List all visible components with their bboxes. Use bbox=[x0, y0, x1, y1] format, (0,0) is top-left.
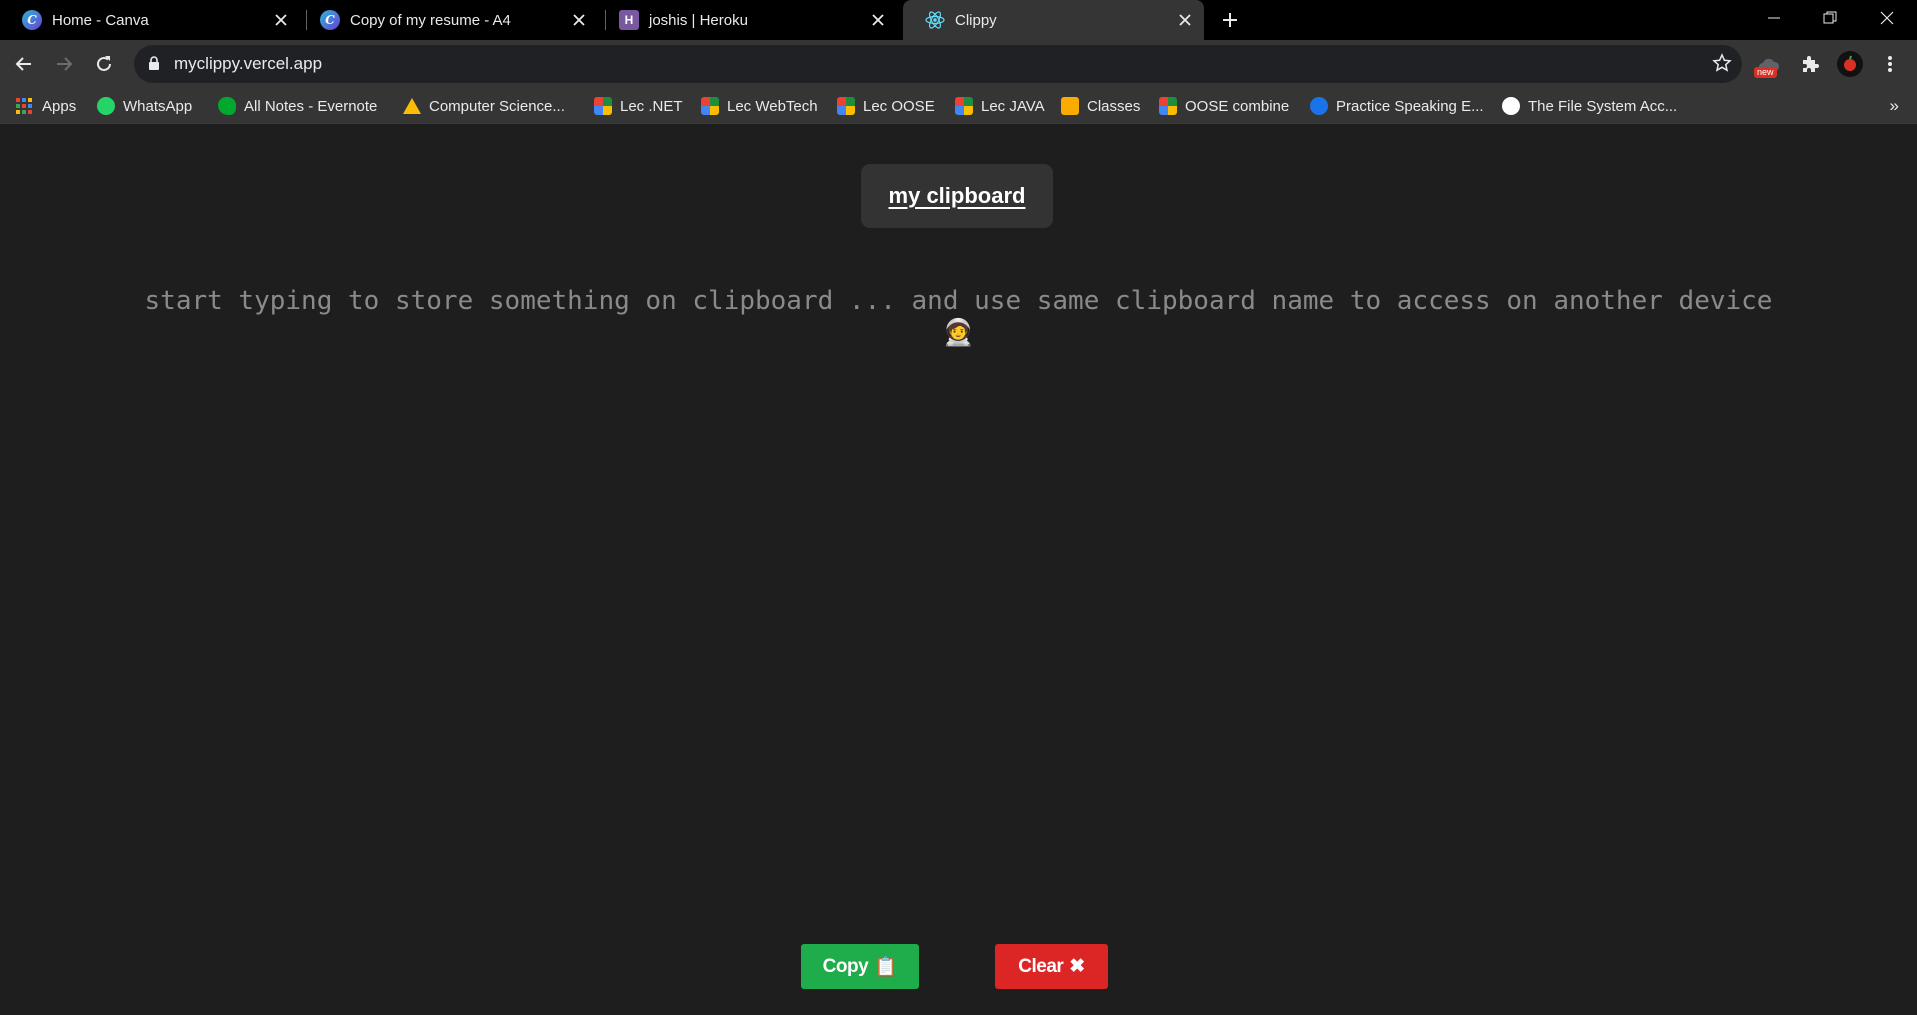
close-icon[interactable] bbox=[869, 11, 887, 29]
google-meet-icon bbox=[701, 97, 719, 115]
extension-new-button[interactable]: new bbox=[1754, 49, 1784, 79]
forward-arrow-icon bbox=[57, 57, 73, 71]
extensions-button[interactable] bbox=[1795, 49, 1825, 79]
clippy-page: my clipboard Copy 📋 Clear ✖ bbox=[0, 125, 1917, 1015]
restore-button[interactable] bbox=[1803, 0, 1857, 36]
bookmarks-bar: Apps WhatsApp All Notes - Evernote Compu… bbox=[0, 88, 1917, 124]
clipboard-textarea[interactable] bbox=[140, 285, 1777, 925]
close-icon bbox=[1880, 11, 1894, 25]
tab-heroku[interactable]: H joshis | Heroku bbox=[597, 0, 897, 40]
bookmark-label: Lec WebTech bbox=[727, 97, 818, 115]
bookmark-whatsapp[interactable]: WhatsApp bbox=[97, 94, 192, 118]
back-button[interactable] bbox=[10, 50, 38, 78]
bookmark-file-system[interactable]: The File System Acc... bbox=[1502, 94, 1677, 118]
close-icon[interactable] bbox=[1176, 11, 1194, 29]
globe-icon bbox=[1310, 97, 1328, 115]
bookmark-practice-speaking[interactable]: Practice Speaking E... bbox=[1310, 94, 1484, 118]
clipboard-name[interactable]: my clipboard bbox=[889, 183, 1026, 209]
bookmark-label: Lec JAVA bbox=[981, 97, 1045, 115]
bookmark-lec-webtech[interactable]: Lec WebTech bbox=[701, 94, 818, 118]
evernote-icon bbox=[218, 97, 236, 115]
restore-icon bbox=[1823, 11, 1837, 24]
bookmark-oose-combine[interactable]: OOSE combine bbox=[1159, 94, 1289, 118]
profile-avatar[interactable] bbox=[1835, 49, 1865, 79]
google-meet-icon bbox=[837, 97, 855, 115]
tab-strip: C Home - Canva C Copy of my resume - A4 … bbox=[0, 0, 1917, 40]
url-text: myclippy.vercel.app bbox=[174, 54, 323, 73]
clear-button[interactable]: Clear ✖ bbox=[995, 944, 1108, 989]
copy-button[interactable]: Copy 📋 bbox=[801, 944, 919, 989]
clipboard-icon: 📋 bbox=[874, 956, 898, 978]
bookmark-lec-java[interactable]: Lec JAVA bbox=[955, 94, 1045, 118]
google-meet-icon bbox=[955, 97, 973, 115]
tab-title: Copy of my resume - A4 bbox=[350, 11, 511, 29]
browser-toolbar: myclippy.vercel.app new bbox=[0, 40, 1917, 88]
tab-resume[interactable]: C Copy of my resume - A4 bbox=[298, 0, 598, 40]
minimize-button[interactable] bbox=[1747, 0, 1801, 36]
new-badge: new bbox=[1754, 67, 1777, 78]
lock-icon bbox=[148, 56, 160, 76]
canva-icon: C bbox=[320, 10, 340, 30]
bookmark-label: OOSE combine bbox=[1185, 97, 1290, 115]
tab-title: joshis | Heroku bbox=[649, 11, 748, 29]
bookmark-classes[interactable]: Classes bbox=[1061, 94, 1140, 118]
apps-grid-icon bbox=[16, 98, 32, 114]
react-icon bbox=[925, 10, 945, 30]
bookmark-label: All Notes - Evernote bbox=[244, 97, 378, 115]
bookmark-label: The File System Acc... bbox=[1528, 97, 1678, 115]
avatar-icon bbox=[1837, 51, 1863, 77]
bookmark-label: Lec .NET bbox=[620, 97, 683, 115]
bookmark-lec-net[interactable]: Lec .NET bbox=[594, 94, 683, 118]
google-classroom-icon bbox=[1061, 97, 1079, 115]
bookmark-label: Classes bbox=[1087, 97, 1141, 115]
bookmark-computer-science[interactable]: Computer Science... bbox=[403, 94, 565, 118]
google-meet-icon bbox=[1159, 97, 1177, 115]
bookmark-label: Apps bbox=[42, 97, 77, 115]
close-icon[interactable] bbox=[570, 11, 588, 29]
forward-button[interactable] bbox=[50, 50, 78, 78]
bookmark-lec-oose[interactable]: Lec OOSE bbox=[837, 94, 935, 118]
address-bar[interactable]: myclippy.vercel.app bbox=[134, 45, 1742, 83]
tab-title: Home - Canva bbox=[52, 11, 149, 29]
clipboard-name-box[interactable]: my clipboard bbox=[861, 164, 1053, 228]
bookmark-star-icon[interactable] bbox=[1712, 53, 1732, 78]
whatsapp-icon bbox=[97, 97, 115, 115]
plus-icon bbox=[1223, 13, 1237, 27]
bookmark-label: Lec OOSE bbox=[863, 97, 935, 115]
close-window-button[interactable] bbox=[1860, 0, 1914, 36]
bookmarks-overflow-button[interactable]: » bbox=[1890, 96, 1899, 116]
bookmark-label: Computer Science... bbox=[429, 97, 565, 115]
tab-clippy[interactable]: Clippy bbox=[903, 0, 1204, 40]
terminal-icon bbox=[1502, 97, 1520, 115]
copy-label: Copy bbox=[822, 955, 869, 977]
bookmark-apps[interactable]: Apps bbox=[16, 94, 76, 118]
new-tab-button[interactable] bbox=[1216, 8, 1244, 32]
canva-icon: C bbox=[22, 10, 42, 30]
bookmark-label: WhatsApp bbox=[123, 97, 193, 115]
tab-title: Clippy bbox=[955, 11, 997, 29]
minimize-icon bbox=[1768, 17, 1780, 19]
close-icon: ✖ bbox=[1069, 956, 1085, 977]
bookmark-evernote[interactable]: All Notes - Evernote bbox=[218, 94, 377, 118]
heroku-icon: H bbox=[619, 10, 639, 30]
kebab-menu-icon bbox=[1888, 56, 1892, 72]
reload-icon bbox=[97, 56, 111, 71]
tab-home-canva[interactable]: C Home - Canva bbox=[0, 0, 300, 40]
reload-button[interactable] bbox=[90, 50, 118, 78]
google-drive-icon bbox=[403, 98, 421, 114]
browser-menu-button[interactable] bbox=[1875, 49, 1905, 79]
puzzle-icon bbox=[1803, 56, 1819, 72]
back-arrow-icon bbox=[15, 57, 31, 71]
close-icon[interactable] bbox=[272, 11, 290, 29]
bookmark-label: Practice Speaking E... bbox=[1336, 97, 1484, 115]
google-meet-icon bbox=[594, 97, 612, 115]
clear-label: Clear bbox=[1018, 955, 1064, 977]
